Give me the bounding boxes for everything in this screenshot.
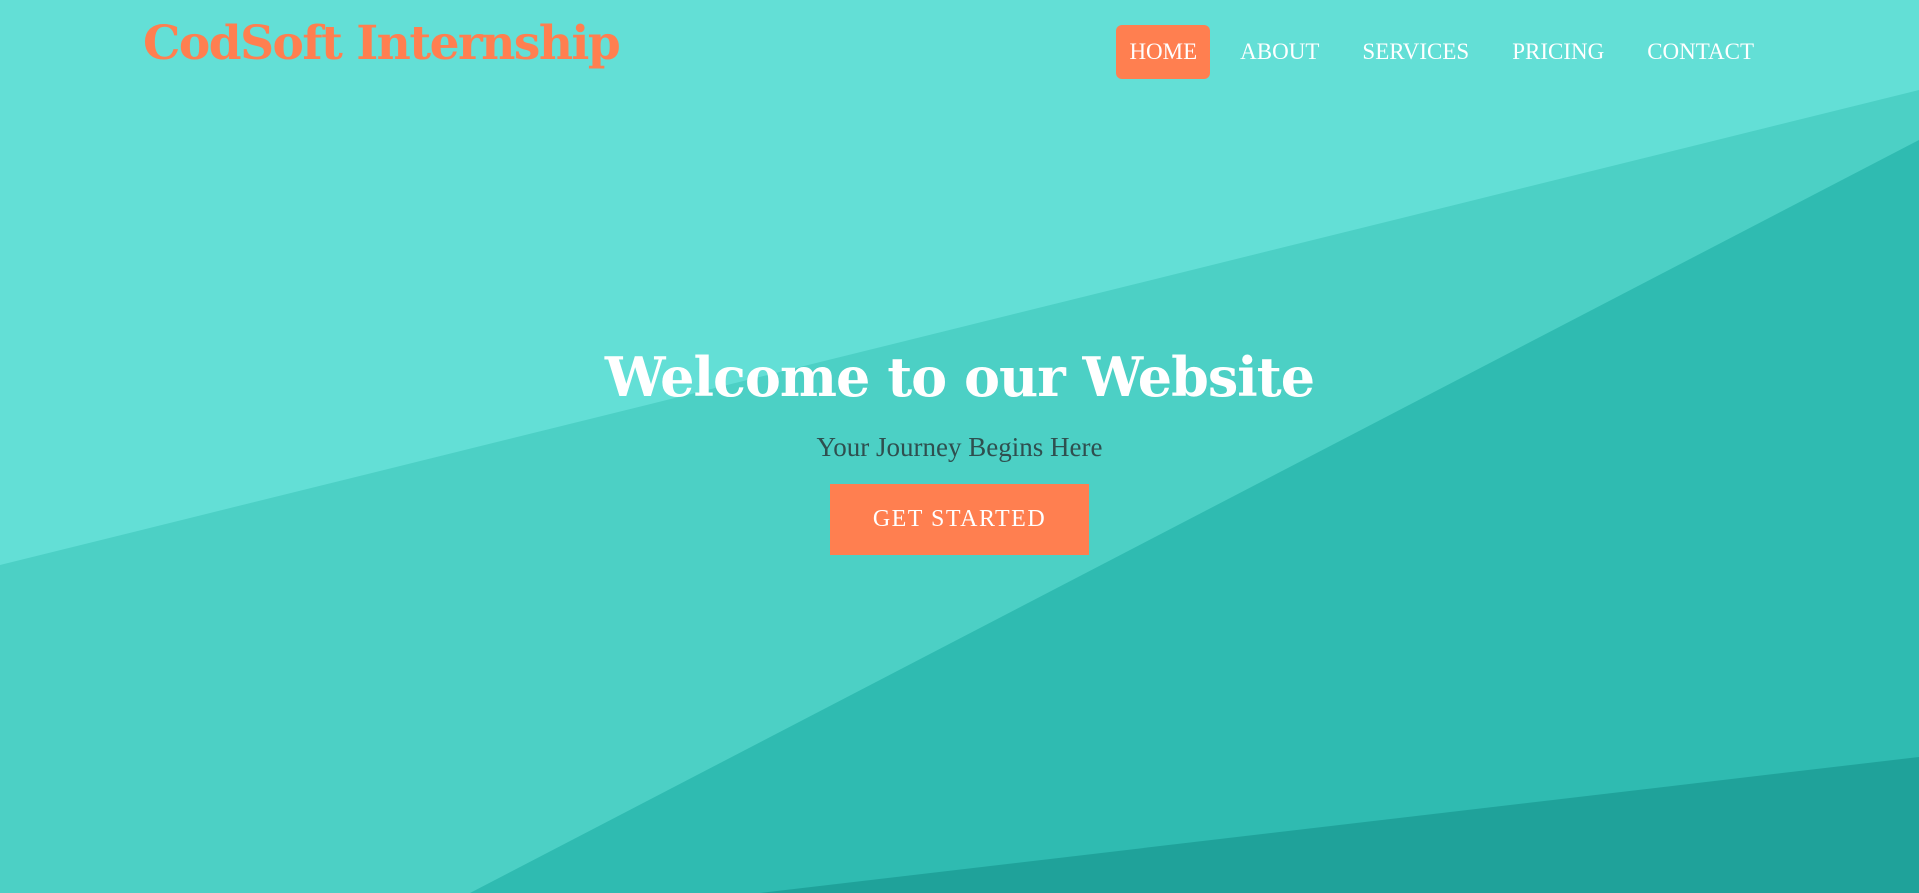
nav-link-pricing[interactable]: PRICING <box>1499 25 1617 79</box>
hero-title: Welcome to our Website <box>604 345 1315 409</box>
site-logo[interactable]: CodSoft Internship <box>143 16 621 71</box>
nav-link-services[interactable]: SERVICES <box>1349 25 1482 79</box>
nav-link-contact[interactable]: CONTACT <box>1634 25 1767 79</box>
nav-link-home[interactable]: HOME <box>1116 25 1211 79</box>
hero-subtitle: Your Journey Begins Here <box>816 432 1103 462</box>
navbar: CodSoft Internship HOME ABOUT SERVICES P… <box>0 0 1919 100</box>
get-started-button[interactable]: GET STARTED <box>830 484 1089 555</box>
main-nav: HOME ABOUT SERVICES PRICING CONTACT <box>1116 25 1767 79</box>
hero-section: Welcome to our Website Your Journey Begi… <box>0 337 1919 555</box>
nav-link-about[interactable]: ABOUT <box>1227 25 1332 79</box>
